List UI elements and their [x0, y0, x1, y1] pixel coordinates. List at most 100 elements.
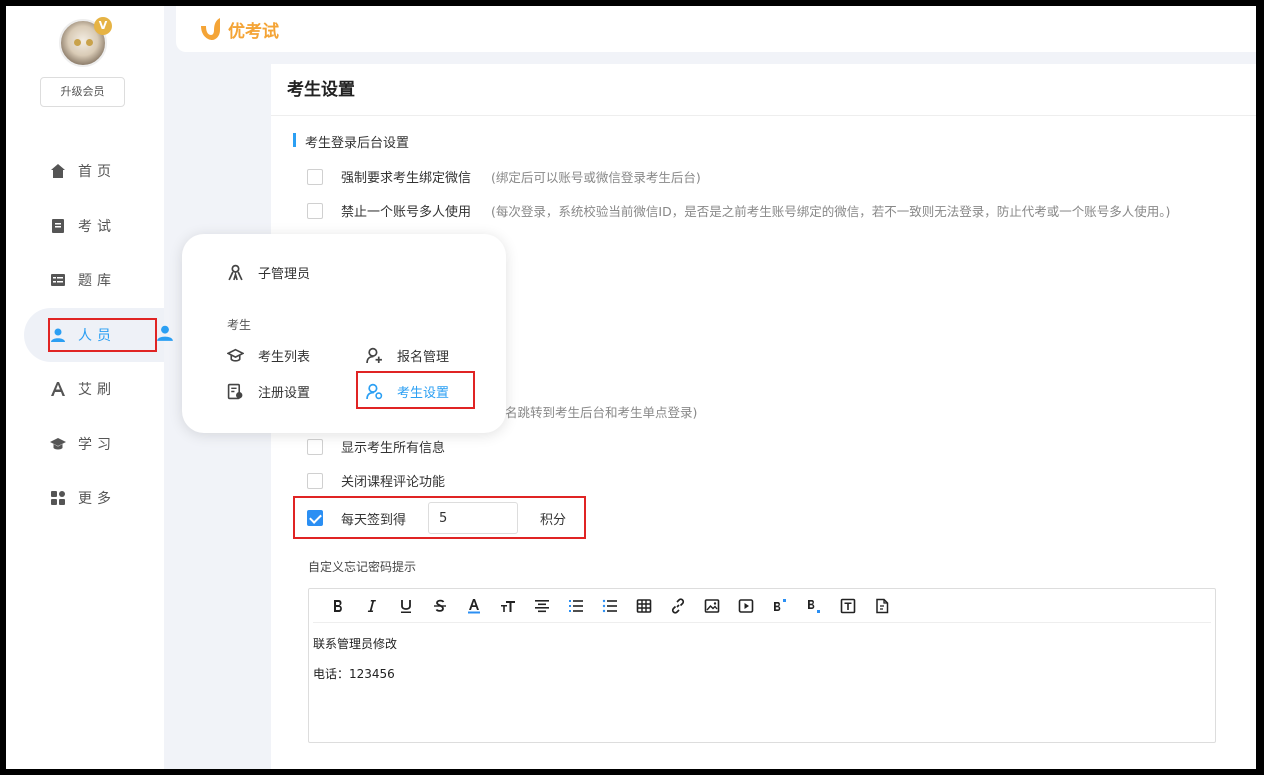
option-label: 关闭课程评论功能 [341, 475, 446, 490]
user-add-icon [366, 347, 382, 363]
bullet-list-icon [602, 599, 617, 612]
sidebar: V 升级会员 首页 考试 题库 人员 艾刷 学习 更多 [6, 6, 164, 769]
font-size-icon [501, 600, 515, 612]
avatar-eye [74, 39, 81, 46]
page-title: 考生设置 [271, 64, 1256, 116]
option-label: 显示考生所有信息 [341, 441, 446, 456]
sub-admin-icon [228, 264, 243, 281]
formula-button[interactable] [869, 594, 895, 618]
submenu-group-label: 考生 [227, 318, 252, 332]
sidebar-item-label: 学习 [78, 436, 116, 453]
sidebar-item-aishua[interactable]: 艾刷 [6, 362, 164, 417]
bold-button[interactable] [325, 594, 351, 618]
editor-content[interactable]: 联系管理员修改 电话：123456 [309, 623, 1215, 695]
option-single-user: 禁止一个账号多人使用 (每次登录，系统校验当前微信ID，是否是之前考生账号绑定的… [307, 201, 1170, 220]
letter-a-icon [51, 382, 65, 397]
submenu-item-student-list[interactable]: 考生列表 [227, 346, 310, 365]
font-size-button[interactable] [495, 594, 521, 618]
option-hint: (绑定后可以账号或微信登录考生后台) [491, 170, 701, 185]
grid-icon [51, 491, 65, 506]
section-heading-login: 考生登录后台设置 [293, 132, 409, 151]
submenu-item-register-settings[interactable]: 注册设置 [227, 382, 310, 401]
personnel-submenu-popup: 子管理员 考生 考生列表 报名管理 注册设置 考生设置 [182, 234, 506, 433]
image-button[interactable] [699, 594, 725, 618]
top-header: 优考试 [176, 6, 1256, 52]
logo-text: 优考试 [228, 21, 279, 42]
font-color-icon [468, 598, 480, 613]
sidebar-item-question-bank[interactable]: 题库 [6, 253, 164, 308]
sidebar-item-exam[interactable]: 考试 [6, 199, 164, 254]
highlight-box-personnel [48, 318, 157, 352]
exam-icon [52, 218, 64, 233]
superscript-button[interactable] [767, 594, 793, 618]
upgrade-member-button[interactable]: 升级会员 [40, 77, 125, 107]
highlight-box-daily-checkin [293, 496, 586, 539]
close-comment-checkbox[interactable] [307, 472, 323, 489]
link-icon [671, 597, 685, 614]
text-box-icon [840, 598, 856, 613]
logo-icon [201, 18, 220, 40]
sidebar-item-label: 题库 [78, 273, 116, 290]
submenu-item-label: 考生列表 [258, 350, 311, 365]
option-hint: 名跳转到考生后台和考生单点登录) [505, 405, 698, 420]
sidebar-item-study[interactable]: 学习 [6, 417, 164, 472]
submenu-item-label: 子管理员 [258, 267, 311, 282]
graduation-cap-icon [227, 348, 244, 362]
show-all-info-checkbox[interactable] [307, 438, 323, 455]
forgot-password-label: 自定义忘记密码提示 [308, 560, 417, 574]
option-hint: (每次登录，系统校验当前微信ID，是否是之前考生账号绑定的微信，若不一致则无法登… [491, 204, 1171, 219]
submenu-item-label: 报名管理 [397, 350, 450, 365]
formula-icon [876, 598, 889, 613]
sidebar-item-label: 考试 [78, 218, 116, 235]
italic-button[interactable] [359, 594, 385, 618]
option-close-comment: 关闭课程评论功能 [307, 471, 445, 490]
link-button[interactable] [665, 594, 691, 618]
superscript-icon [774, 598, 786, 611]
editor-toolbar [313, 589, 1211, 623]
vip-badge: V [94, 17, 112, 35]
option-label: 禁止一个账号多人使用 [341, 205, 472, 220]
option-show-all-info: 显示考生所有信息 [307, 437, 445, 456]
form-settings-icon [227, 383, 243, 400]
strikethrough-icon [434, 599, 446, 612]
subscript-button[interactable] [801, 594, 827, 618]
sidebar-item-label: 首页 [78, 164, 116, 181]
single-user-checkbox[interactable] [307, 202, 323, 219]
home-icon [51, 164, 65, 179]
sidebar-item-label: 更多 [78, 491, 116, 508]
question-bank-icon [51, 274, 65, 287]
font-color-button[interactable] [461, 594, 487, 618]
underline-icon [401, 599, 411, 613]
italic-icon [367, 599, 376, 612]
sidebar-item-home[interactable]: 首页 [6, 144, 164, 199]
video-icon [738, 598, 754, 613]
person-icon [157, 325, 173, 341]
submenu-item-label: 注册设置 [258, 386, 311, 401]
align-center-icon [535, 599, 549, 612]
text-box-button[interactable] [835, 594, 861, 618]
app-frame: V 升级会员 首页 考试 题库 人员 艾刷 学习 更多 优考试 考生设置 考生登… [6, 6, 1256, 769]
bold-icon [334, 599, 342, 612]
table-button[interactable] [631, 594, 657, 618]
editor-line: 联系管理员修改 [313, 637, 398, 651]
align-center-button[interactable] [529, 594, 555, 618]
partial-hint-row: 名跳转到考生后台和考生单点登录) [505, 402, 697, 421]
submenu-item-sub-admin[interactable]: 子管理员 [227, 263, 310, 282]
graduation-cap-icon [50, 437, 66, 450]
table-icon [636, 598, 652, 613]
ordered-list-button[interactable] [563, 594, 589, 618]
ordered-list-icon [569, 599, 583, 612]
video-button[interactable] [733, 594, 759, 618]
bullet-list-button[interactable] [597, 594, 623, 618]
underline-button[interactable] [393, 594, 419, 618]
editor-line: 电话：123456 [313, 667, 395, 681]
submenu-item-signup-manage[interactable]: 报名管理 [366, 346, 449, 365]
sidebar-item-more[interactable]: 更多 [6, 471, 164, 526]
highlight-box-student-settings [356, 371, 475, 409]
strikethrough-button[interactable] [427, 594, 453, 618]
subscript-icon [808, 599, 820, 613]
option-force-wechat: 强制要求考生绑定微信 (绑定后可以账号或微信登录考生后台) [307, 167, 701, 186]
avatar-eye [86, 39, 93, 46]
sidebar-item-label: 艾刷 [78, 382, 116, 399]
force-wechat-checkbox[interactable] [307, 168, 323, 185]
